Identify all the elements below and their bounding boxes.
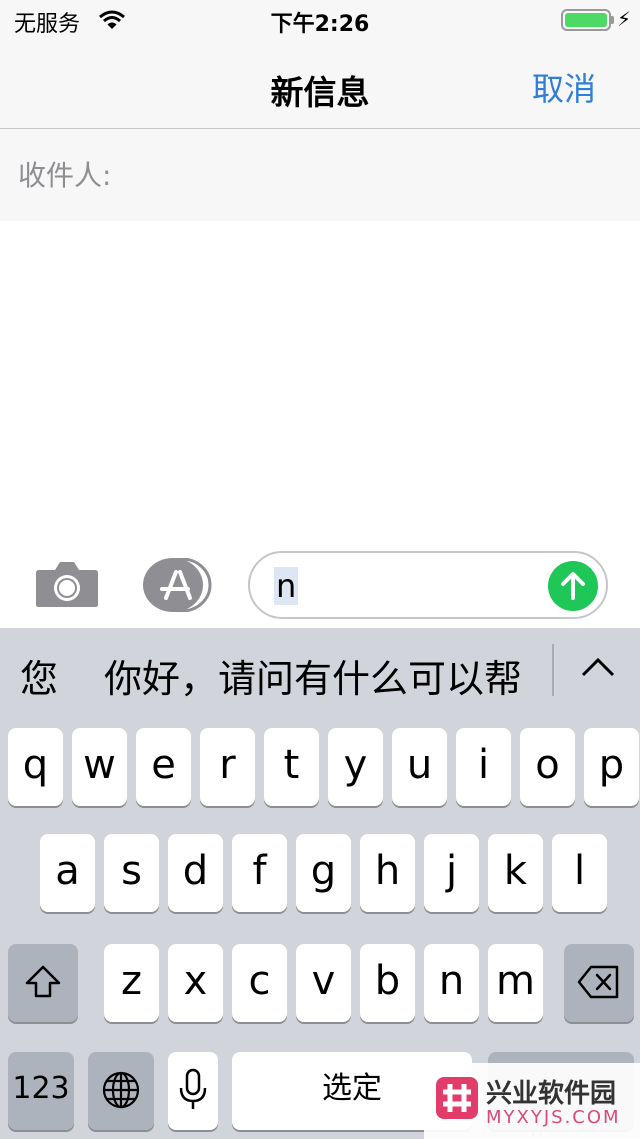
microphone-icon	[179, 1068, 207, 1109]
watermark-url: MYXYJS.COM	[486, 1107, 621, 1128]
key-k[interactable]: k	[488, 834, 543, 912]
key-t[interactable]: t	[264, 728, 319, 806]
key-z[interactable]: z	[104, 944, 159, 1022]
charging-icon: ⚡	[617, 7, 632, 31]
key-l[interactable]: l	[552, 834, 607, 912]
recipients-field[interactable]: 收件人:	[0, 129, 640, 221]
key-s[interactable]: s	[104, 834, 159, 912]
status-bar: 无服务 下午2:26 ⚡	[0, 0, 640, 42]
numbers-key[interactable]: 123	[8, 1052, 74, 1130]
cancel-button[interactable]: 取消	[532, 64, 596, 110]
key-d[interactable]: d	[168, 834, 223, 912]
candidate-item[interactable]: 你好，请问有什么可以帮	[104, 648, 550, 703]
dictation-key[interactable]	[168, 1052, 218, 1130]
key-m[interactable]: m	[488, 944, 543, 1022]
candidate-divider	[552, 644, 554, 696]
key-e[interactable]: e	[136, 728, 191, 806]
key-v[interactable]: v	[296, 944, 351, 1022]
watermark-title: 兴业软件园	[486, 1079, 617, 1109]
key-h[interactable]: h	[360, 834, 415, 912]
key-a[interactable]: a	[40, 834, 95, 912]
send-button[interactable]	[548, 561, 598, 611]
key-n[interactable]: n	[424, 944, 479, 1022]
battery-icon	[561, 9, 611, 31]
backspace-icon	[577, 965, 619, 999]
key-b[interactable]: b	[360, 944, 415, 1022]
globe-key[interactable]	[88, 1052, 154, 1130]
key-o[interactable]: o	[520, 728, 575, 806]
to-label: 收件人:	[18, 159, 112, 192]
message-input-text: n	[274, 567, 299, 605]
watermark: 兴业软件园 MYXYJS.COM	[424, 1063, 640, 1139]
app-store-icon[interactable]	[142, 557, 212, 613]
key-f[interactable]: f	[232, 834, 287, 912]
key-r[interactable]: r	[200, 728, 255, 806]
shift-icon	[25, 965, 61, 998]
key-u[interactable]: u	[392, 728, 447, 806]
clock: 下午2:26	[270, 12, 370, 37]
arrow-up-icon	[561, 572, 585, 600]
key-c[interactable]: c	[232, 944, 287, 1022]
shift-key[interactable]	[8, 944, 78, 1022]
candidate-bar: 您 你好，请问有什么可以帮	[0, 628, 640, 720]
key-g[interactable]: g	[296, 834, 351, 912]
camera-icon[interactable]	[35, 560, 99, 608]
key-p[interactable]: p	[584, 728, 639, 806]
delete-key[interactable]	[564, 944, 634, 1022]
key-y[interactable]: y	[328, 728, 383, 806]
globe-icon	[102, 1071, 140, 1109]
candidate-item[interactable]: 您	[20, 648, 58, 703]
battery-tip	[611, 16, 614, 24]
key-w[interactable]: w	[72, 728, 127, 806]
chevron-up-icon[interactable]	[578, 648, 618, 688]
watermark-logo-icon	[436, 1077, 478, 1119]
key-q[interactable]: q	[8, 728, 63, 806]
nav-bar: 新信息 取消	[0, 42, 640, 129]
message-input[interactable]: n	[248, 551, 608, 619]
key-j[interactable]: j	[424, 834, 479, 912]
key-x[interactable]: x	[168, 944, 223, 1022]
key-i[interactable]: i	[456, 728, 511, 806]
